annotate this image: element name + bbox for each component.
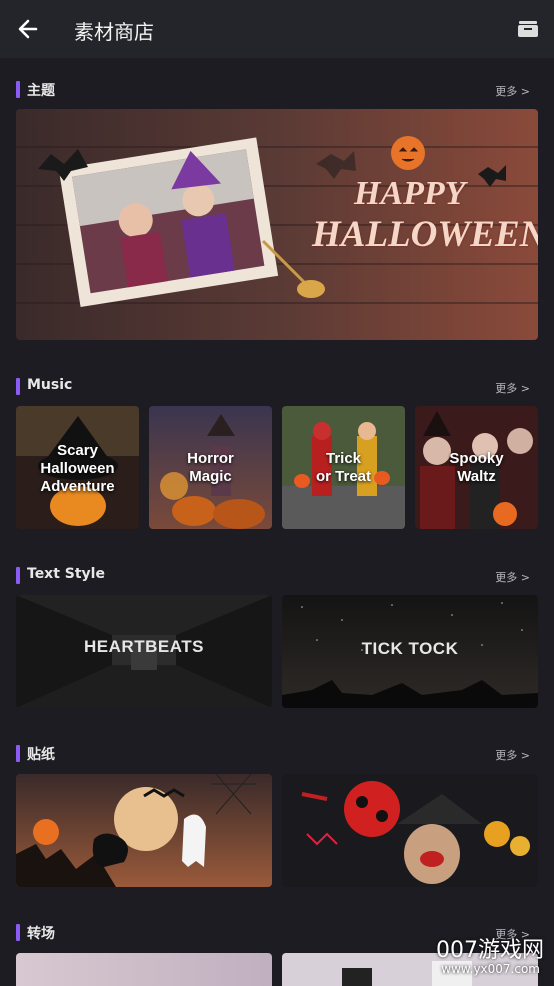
section-header-theme: 主题 更多 >: [16, 80, 538, 100]
watermark-url: www.yx007.com: [441, 962, 540, 976]
theme-banner-halloween[interactable]: HAPPY HALLOWEEN: [16, 109, 538, 340]
more-link[interactable]: 更多 >: [495, 83, 530, 99]
arrow-left-icon[interactable]: [14, 15, 44, 43]
music-title-line: Magic: [189, 468, 232, 485]
transition-card[interactable]: [16, 953, 272, 986]
section-header-stickers: 贴纸 更多 >: [16, 744, 538, 764]
top-bar: 素材商店: [0, 0, 554, 58]
sticker-image: [282, 774, 538, 887]
archive-box-icon[interactable]: [516, 18, 540, 40]
music-title-line: or Treat: [315, 468, 372, 485]
music-title-line: Horror: [187, 450, 234, 467]
section-accent-bar: [16, 745, 20, 762]
banner-line-happy: HAPPY: [354, 175, 466, 212]
music-title-line: Trick: [325, 450, 362, 467]
text-style-label: HEARTBEATS: [84, 637, 204, 656]
section-accent-bar: [16, 81, 20, 98]
more-link[interactable]: 更多 >: [495, 569, 530, 585]
section-title: Text Style: [27, 566, 105, 582]
music-title-line: Adventure: [40, 478, 115, 495]
section-accent-bar: [16, 378, 20, 395]
section-title: 转场: [27, 926, 55, 942]
music-title-line: Halloween: [40, 460, 115, 477]
banner-line-halloween: HALLOWEEN: [312, 214, 538, 255]
transition-image: [16, 953, 272, 986]
sticker-card-halloween-night[interactable]: [16, 774, 272, 887]
more-link[interactable]: 更多 >: [495, 747, 530, 763]
section-accent-bar: [16, 567, 20, 584]
music-card-horror-magic[interactable]: Horror Magic: [149, 406, 272, 529]
section-title: 主题: [27, 83, 55, 99]
music-card-trick-or-treat[interactable]: Trick or Treat: [282, 406, 405, 529]
music-card-spooky-waltz[interactable]: Spooky Waltz: [415, 406, 538, 529]
section-header-text-style: Text Style 更多 >: [16, 566, 538, 586]
section-accent-bar: [16, 924, 20, 941]
section-title: 贴纸: [27, 747, 55, 763]
text-style-card-tick-tock[interactable]: TICK TOCK: [282, 595, 538, 708]
music-card-scary-halloween-adventure[interactable]: Scary Halloween Adventure: [16, 406, 139, 529]
music-title-line: Waltz: [457, 468, 496, 485]
sticker-image: [16, 774, 272, 887]
page-title: 素材商店: [74, 20, 154, 44]
sticker-card-monster-party[interactable]: [282, 774, 538, 887]
more-link[interactable]: 更多 >: [495, 380, 530, 396]
text-style-label: TICK TOCK: [361, 639, 459, 658]
watermark-text: 007游戏网: [436, 938, 544, 963]
music-title-line: Scary: [57, 442, 98, 459]
music-title-line: Spooky: [449, 450, 504, 467]
section-title: Music: [27, 377, 73, 393]
text-style-card-heartbeats[interactable]: HEARTBEATS: [16, 595, 272, 708]
section-header-music: Music 更多 >: [16, 377, 538, 397]
